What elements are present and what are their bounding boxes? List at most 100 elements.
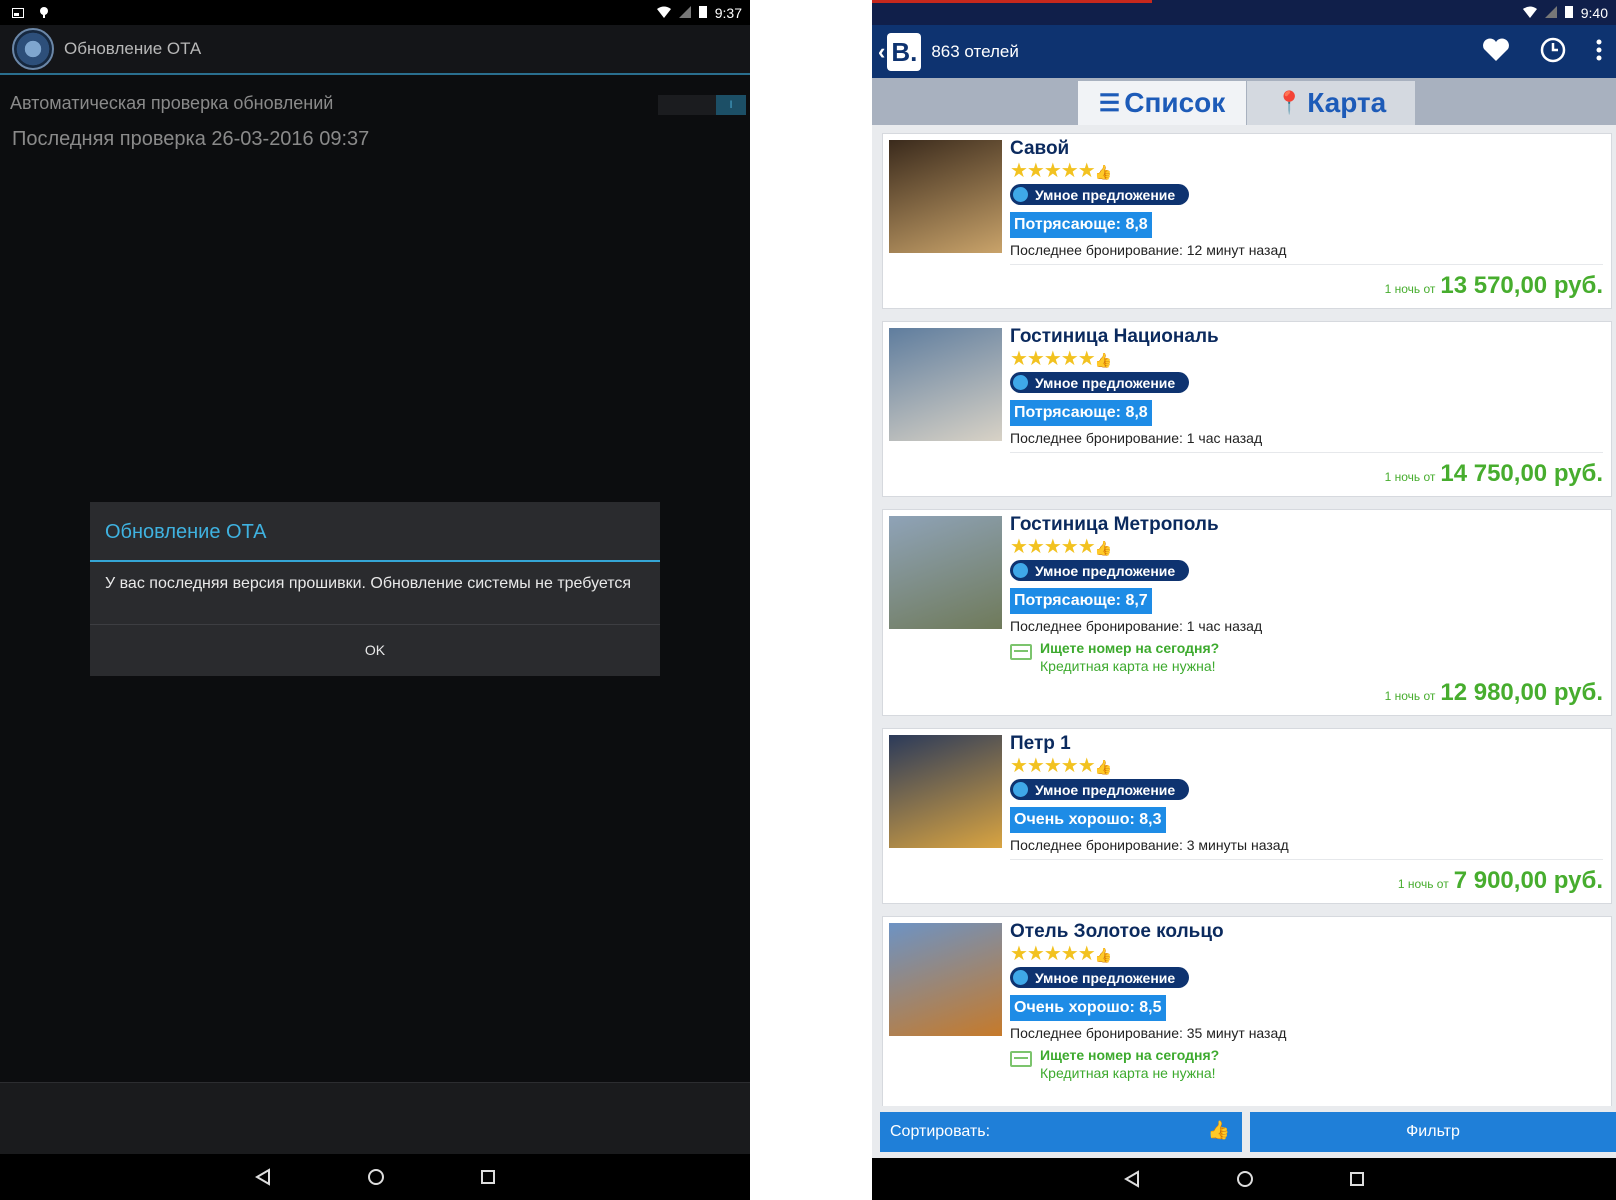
view-tabs: ☰ Список 📍 Карта [872, 78, 1616, 125]
last-booking: Последнее бронирование: 12 минут назад [1010, 242, 1603, 265]
hotel-card[interactable]: Савой ★★★★★👍 Умное предложение Потрясающ… [882, 133, 1612, 309]
nav-bar [872, 1158, 1616, 1200]
today-question: Ищете номер на сегодня? [1040, 1047, 1220, 1063]
sort-button[interactable]: Сортировать: 👍 [880, 1112, 1242, 1152]
nav-bar [0, 1154, 750, 1200]
smart-offer-label: Умное предложение [1035, 781, 1176, 798]
smart-offer-icon [1013, 375, 1028, 390]
battery-icon [698, 5, 707, 21]
star-rating: ★★★★★👍 [1010, 943, 1603, 966]
map-pin-icon: 📍 [1275, 90, 1304, 115]
clock-text: 9:40 [1580, 4, 1608, 21]
smart-offer-label: Умное предложение [1035, 186, 1176, 203]
dialog-title: Обновление ОТА [90, 502, 660, 562]
stars-text: ★★★★★ [1010, 755, 1096, 777]
home-nav-icon[interactable] [1236, 1170, 1254, 1188]
hotel-card[interactable]: Петр 1 ★★★★★👍 Умное предложение Очень хо… [882, 728, 1612, 904]
price: 1 ночь от 7 900,00 руб. [1398, 867, 1603, 895]
bottom-panel [0, 1082, 750, 1154]
recents-nav-icon[interactable] [1349, 1171, 1365, 1187]
stars-text: ★★★★★ [1010, 536, 1096, 558]
smart-offer-icon [1013, 782, 1028, 797]
recents-nav-icon[interactable] [480, 1169, 496, 1185]
price: 1 ночь от 12 980,00 руб. [1385, 679, 1603, 707]
booking-logo[interactable]: B. [887, 32, 922, 71]
thumbs-up-icon: 👍 [1094, 759, 1112, 775]
thumbs-up-icon: 👍 [1094, 947, 1112, 963]
list-icon: ☰ [1098, 89, 1121, 117]
review-score: Потрясающе: 8,8 [1010, 400, 1152, 426]
tab-map-label: Карта [1307, 87, 1387, 118]
review-score: Потрясающе: 8,7 [1010, 588, 1152, 614]
smart-offer-badge: Умное предложение [1010, 184, 1190, 205]
review-score: Потрясающе: 8,8 [1010, 212, 1152, 238]
hotel-card[interactable]: Отель Золотое кольцо ★★★★★👍 Умное предло… [882, 916, 1612, 1123]
booking-screen: 9:40 ‹ B. 863 отелей ☰ Список 📍 Карта Са… [872, 0, 1616, 1200]
clock-text: 9:37 [714, 4, 742, 21]
today-room-notice: Ищете номер на сегодня? Кредитная карта н… [1010, 1046, 1603, 1082]
price-value: 7 900,00 руб. [1453, 867, 1603, 894]
hotel-photo [889, 516, 1002, 629]
heart-icon[interactable] [1482, 38, 1510, 67]
hotel-name: Гостиница Националь [1010, 326, 1219, 347]
tab-map[interactable]: 📍 Карта [1247, 81, 1415, 125]
toggle-thumb: I [716, 95, 746, 115]
hotel-list: Савой ★★★★★👍 Умное предложение Потрясающ… [872, 125, 1616, 1123]
smart-offer-label: Умное предложение [1035, 374, 1176, 391]
home-nav-icon[interactable] [367, 1168, 385, 1186]
smart-offer-icon [1013, 563, 1028, 578]
hotel-name: Гостиница Метрополь [1010, 514, 1219, 535]
last-booking: Последнее бронирование: 3 минуты назад [1010, 837, 1603, 860]
filter-button[interactable]: Фильтр [1250, 1112, 1616, 1152]
stars-text: ★★★★★ [1010, 160, 1096, 182]
back-chevron-icon[interactable]: ‹ [878, 39, 885, 65]
price: 1 ночь от 13 570,00 руб. [1385, 272, 1603, 300]
sort-label: Сортировать: [890, 1123, 991, 1140]
tab-list[interactable]: ☰ Список [1078, 81, 1246, 125]
price-value: 14 750,00 руб. [1440, 460, 1603, 487]
credit-card-icon [1010, 644, 1032, 660]
hotel-name: Отель Золотое кольцо [1010, 921, 1224, 942]
star-rating: ★★★★★👍 [1010, 536, 1603, 559]
hotel-count: 863 отелей [931, 41, 1019, 61]
bottom-action-bar: Сортировать: 👍 Фильтр [872, 1106, 1616, 1158]
back-nav-icon[interactable] [254, 1168, 272, 1186]
price-prefix: 1 ночь от [1384, 470, 1436, 484]
auto-check-toggle[interactable]: I [658, 95, 746, 115]
screenshot-icon [12, 5, 24, 21]
back-nav-icon[interactable] [1123, 1170, 1141, 1188]
price: 1 ночь от 14 750,00 руб. [1385, 460, 1603, 488]
hotel-card[interactable]: Гостиница Националь ★★★★★👍 Умное предлож… [882, 321, 1612, 497]
thumbs-up-icon: 👍 [1207, 1120, 1230, 1140]
smart-offer-icon [1013, 970, 1028, 985]
action-bar: Обновление ОТА [0, 25, 750, 75]
last-check-text: Последняя проверка 26-03-2016 09:37 [12, 128, 370, 150]
overflow-menu-icon[interactable] [1596, 39, 1602, 66]
battery-icon [1564, 5, 1573, 21]
clock-history-icon[interactable] [1540, 37, 1566, 68]
star-rating: ★★★★★👍 [1010, 348, 1603, 371]
ok-button[interactable]: OK [90, 624, 660, 674]
tab-list-label: Список [1124, 87, 1226, 118]
hotel-card[interactable]: Гостиница Метрополь ★★★★★👍 Умное предлож… [882, 509, 1612, 716]
dialog-message: У вас последняя версия прошивки. Обновле… [105, 575, 632, 592]
hotel-photo [889, 923, 1002, 1036]
price-value: 13 570,00 руб. [1440, 272, 1603, 299]
hotel-photo [889, 140, 1002, 253]
review-score: Очень хорошо: 8,3 [1010, 807, 1166, 833]
price-value: 12 980,00 руб. [1440, 679, 1603, 706]
price-prefix: 1 ночь от [1384, 282, 1436, 296]
today-note: Кредитная карта не нужна! [1040, 658, 1216, 674]
status-bar: 9:40 [872, 0, 1616, 25]
thumbs-up-icon: 👍 [1094, 352, 1112, 368]
stars-text: ★★★★★ [1010, 943, 1096, 965]
no-signal-icon [678, 5, 691, 21]
star-rating: ★★★★★👍 [1010, 755, 1603, 778]
price-prefix: 1 ночь от [1397, 877, 1449, 891]
wifi-icon [656, 5, 671, 21]
auto-check-setting[interactable]: Автоматическая проверка обновлений I Пос… [0, 75, 750, 151]
today-note: Кредитная карта не нужна! [1040, 1065, 1216, 1081]
price-prefix: 1 ночь от [1384, 689, 1436, 703]
hotel-name: Савой [1010, 138, 1070, 159]
ota-screen: 9:37 Обновление ОТА Автоматическая прове… [0, 0, 750, 1200]
